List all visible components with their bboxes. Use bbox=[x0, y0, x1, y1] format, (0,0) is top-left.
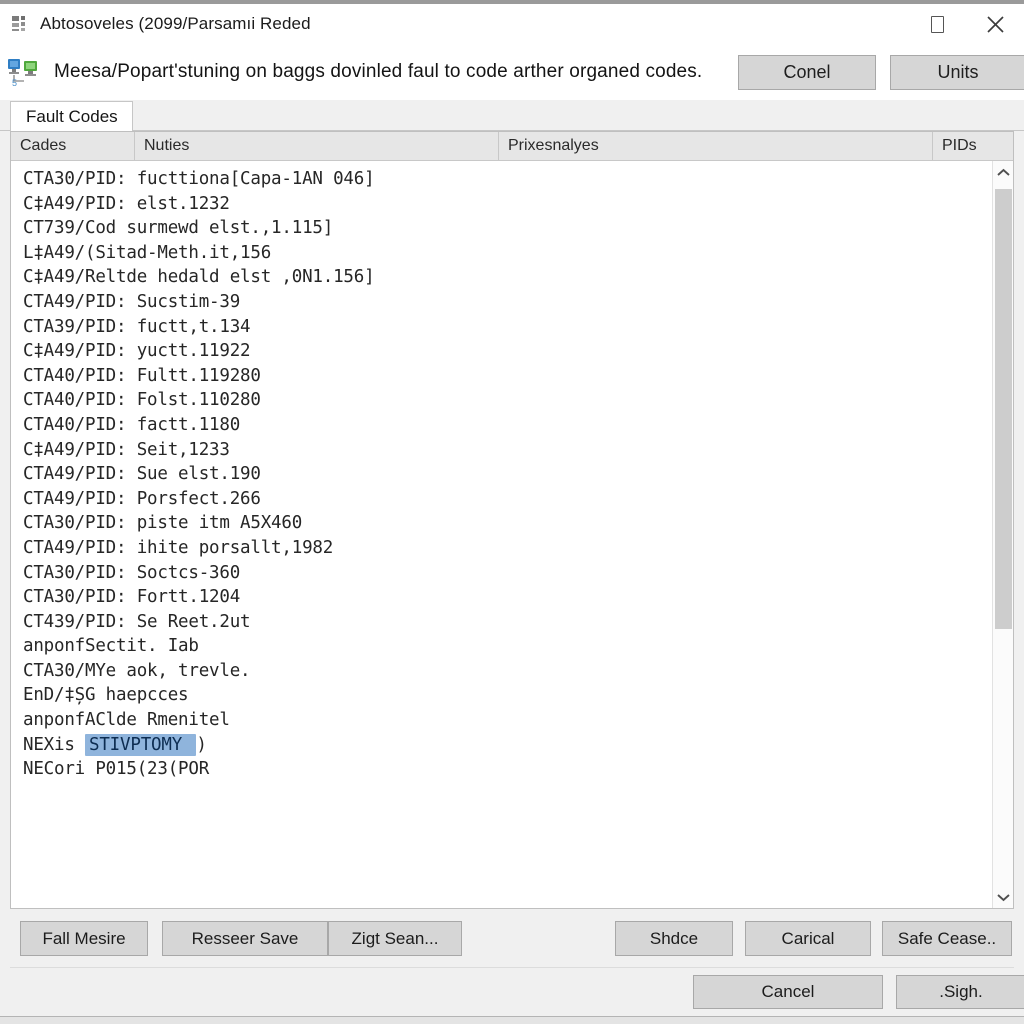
list-item[interactable]: CTA40/PID: factt.1180 bbox=[11, 413, 991, 438]
list-item-text: CTA30/PID: fucttiona[Capa-1AN 046] bbox=[23, 169, 375, 189]
list-item-text: CTA49/PID: Sucstim-39 bbox=[23, 291, 241, 312]
list-item-text: NECori P015(23(POR bbox=[23, 759, 210, 780]
list-item[interactable]: anponfAClde Rmenitel bbox=[11, 708, 991, 733]
list-item-text: CTA30/PID: Fortt.1204 bbox=[23, 587, 241, 608]
table-column-headers: Cades Nuties Prixesnalyes PIDs bbox=[11, 132, 1013, 161]
app-grid-icon bbox=[11, 14, 31, 34]
shdce-button[interactable]: Shdce bbox=[615, 921, 733, 956]
list-item[interactable]: NEXis STIVPTOMY ) bbox=[11, 733, 991, 758]
list-item[interactable]: anponfSectit. Iab bbox=[11, 634, 991, 659]
list-item-text: CT739/Cod surmewd elst.,1.115] bbox=[23, 218, 334, 239]
list-item-text: CTA40/PID: Folst.110280 bbox=[23, 390, 261, 411]
chevron-up-icon[interactable] bbox=[993, 161, 1013, 183]
list-item[interactable]: CTA30/MYe aok, trevle. bbox=[11, 659, 991, 684]
list-item-text: NEXis bbox=[23, 734, 86, 755]
tab-fault-codes[interactable]: Fault Codes bbox=[10, 101, 133, 131]
carical-button[interactable]: Carical bbox=[745, 921, 871, 956]
list-item-text: L‡A49/(Sitad-Meth.it,156 bbox=[23, 242, 272, 263]
dialog-footer: Cancel .Sigh. bbox=[0, 968, 1024, 1016]
network-computers-icon: 5 bbox=[6, 55, 40, 89]
list-item[interactable]: CTA30/PID: fucttiona[Capa-1AN 046] bbox=[11, 167, 991, 192]
banner-bar: 5 Meesa/Popart'stuning on baggs dovinled… bbox=[0, 44, 1024, 100]
zigt-sean-button[interactable]: Zigt Sean... bbox=[328, 921, 462, 956]
list-item-text: CTA49/PID: Sue elst.190 bbox=[23, 464, 261, 485]
list-item-text: C‡A49/Reltde hedald elst ,0N1.156] bbox=[23, 267, 375, 288]
banner-button-group: Conel Units bbox=[738, 55, 1024, 90]
scrollbar-thumb[interactable] bbox=[995, 189, 1012, 629]
list-item[interactable]: CTA49/PID: Porsfect.266 bbox=[11, 487, 991, 512]
list-item-text: CTA30/PID: Soctcs-360 bbox=[23, 562, 241, 583]
fault-code-list[interactable]: CTA30/PID: fucttiona[Capa-1AN 046] C‡A49/… bbox=[11, 161, 991, 908]
selected-text[interactable]: STIVPTOMY bbox=[85, 733, 197, 756]
column-header-nuties[interactable]: Nuties bbox=[135, 132, 499, 160]
svg-text:5: 5 bbox=[12, 78, 17, 88]
list-item[interactable]: EnD/‡ȘG haepcces bbox=[11, 683, 991, 708]
window-title: Abtosoveles (2099/Parsamıi Reded bbox=[40, 14, 311, 33]
list-item-text: CTA30/MYe aok, trevle. bbox=[23, 660, 251, 681]
column-header-analyses[interactable]: Prixesnalyes bbox=[499, 132, 933, 160]
list-item[interactable]: CTA49/PID: ihite porsallt,1982 bbox=[11, 536, 991, 561]
list-item[interactable]: C‡A49/PID: elst.1232 bbox=[11, 192, 991, 217]
resseer-save-button[interactable]: Resseer Save bbox=[162, 921, 328, 956]
chevron-down-icon[interactable] bbox=[993, 886, 1013, 908]
list-item[interactable]: CTA30/PID: Soctcs-360 bbox=[11, 561, 991, 586]
list-item-text: CTA49/PID: ihite porsallt,1982 bbox=[23, 537, 334, 558]
list-item[interactable]: CTA49/PID: Sue elst.190 bbox=[11, 462, 991, 487]
list-item[interactable]: L‡A49/(Sitad-Meth.it,156 bbox=[11, 241, 991, 266]
list-item[interactable]: CTA49/PID: Sucstim-39 bbox=[11, 290, 991, 315]
list-item[interactable]: CT739/Cod surmewd elst.,1.115] bbox=[11, 216, 991, 241]
column-header-pids[interactable]: PIDs bbox=[933, 132, 993, 160]
list-item[interactable]: CTA30/PID: piste itm A5X460 bbox=[11, 511, 991, 536]
sign-button[interactable]: .Sigh. bbox=[896, 975, 1024, 1009]
list-item-text: C‡A49/PID: yuctt.11922 bbox=[23, 341, 251, 362]
maximize-icon[interactable] bbox=[908, 4, 966, 44]
fault-codes-panel: Cades Nuties Prixesnalyes PIDs CTA30/PID… bbox=[10, 131, 1014, 909]
window-bottom-edge bbox=[0, 1016, 1024, 1024]
list-item[interactable]: CT439/PID: Se Reet.2ut bbox=[11, 610, 991, 635]
list-item-text: C‡A49/PID: Seit,1233 bbox=[23, 439, 230, 460]
list-item-suffix: ) bbox=[196, 734, 207, 755]
cancel-button[interactable]: Cancel bbox=[693, 975, 883, 1009]
title-bar: Abtosoveles (2099/Parsamıi Reded bbox=[0, 4, 1024, 44]
window-controls bbox=[908, 4, 1024, 44]
list-item[interactable]: CTA40/PID: Fultt.119280 bbox=[11, 364, 991, 389]
list-item[interactable]: NECori P015(23(POR bbox=[11, 757, 991, 782]
list-item-text: CTA40/PID: Fultt.119280 bbox=[23, 365, 261, 386]
conel-button[interactable]: Conel bbox=[738, 55, 876, 90]
action-button-row: Fall Mesire Resseer Save Zigt Sean... Sh… bbox=[0, 909, 1024, 968]
list-item-text: CTA39/PID: fuctt,t.134 bbox=[23, 316, 251, 337]
list-item-text: CTA40/PID: factt.1180 bbox=[23, 414, 241, 435]
list-item[interactable]: CTA39/PID: fuctt,t.134 bbox=[11, 315, 991, 340]
list-item[interactable]: CTA30/PID: Fortt.1204 bbox=[11, 585, 991, 610]
vertical-scrollbar[interactable] bbox=[992, 161, 1013, 908]
list-item-text: CTA30/PID: piste itm A5X460 bbox=[23, 513, 303, 534]
application-window: Abtosoveles (2099/Parsamıi Reded 5 Meesa… bbox=[0, 0, 1024, 1024]
units-button[interactable]: Units bbox=[890, 55, 1024, 90]
list-item-text: CT439/PID: Se Reet.2ut bbox=[23, 611, 251, 632]
safe-cease-button[interactable]: Safe Cease.. bbox=[882, 921, 1012, 956]
list-item-text: anponfAClde Rmenitel bbox=[23, 710, 230, 731]
list-item-text: EnD/‡ȘG haepcces bbox=[23, 685, 189, 706]
list-item-text: CTA49/PID: Porsfect.266 bbox=[23, 488, 261, 509]
list-item-text: C‡A49/PID: elst.1232 bbox=[23, 193, 230, 214]
list-item-text: anponfSectit. Iab bbox=[23, 636, 199, 657]
list-item[interactable]: C‡A49/PID: Seit,1233 bbox=[11, 438, 991, 463]
column-header-codes[interactable]: Cades bbox=[11, 132, 135, 160]
close-icon[interactable] bbox=[966, 4, 1024, 44]
banner-message: Meesa/Popart'stuning on baggs dovinled f… bbox=[54, 61, 703, 82]
tab-strip: Fault Codes bbox=[0, 100, 1024, 131]
list-item[interactable]: CTA40/PID: Folst.110280 bbox=[11, 388, 991, 413]
fall-mesire-button[interactable]: Fall Mesire bbox=[20, 921, 148, 956]
list-item[interactable]: C‡A49/PID: yuctt.11922 bbox=[11, 339, 991, 364]
list-item[interactable]: C‡A49/Reltde hedald elst ,0N1.156] bbox=[11, 265, 991, 290]
